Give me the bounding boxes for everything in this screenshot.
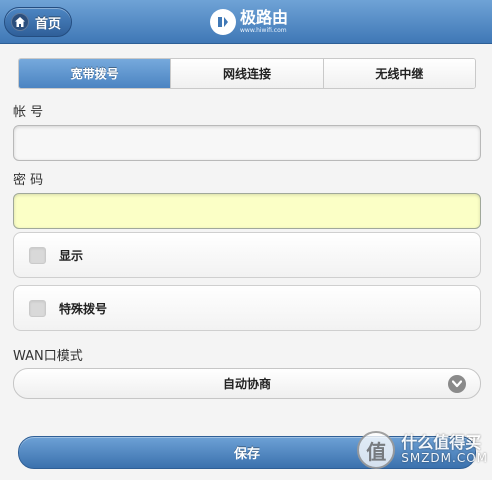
logo-text: 极路由 www.hiwifi.com (240, 10, 288, 34)
home-icon (11, 13, 29, 31)
smzdm-watermark: 值 什么值得买 SMZDM.COM (357, 424, 488, 476)
tab-wireless-relay[interactable]: 无线中继 (322, 59, 475, 88)
watermark-text-en: SMZDM.COM (401, 451, 488, 466)
save-button-label: 保存 (233, 447, 260, 462)
special-dial-label: 特殊拨号 (59, 301, 108, 316)
account-label: 帐 号 (13, 105, 44, 120)
logo-name: 极路由 (240, 8, 289, 27)
watermark-badge: 值 (357, 431, 396, 469)
tab-cable-connection[interactable]: 网线连接 (170, 59, 323, 88)
tab-broadband-dial[interactable]: 宽带拨号 (19, 59, 171, 88)
home-button-label: 首页 (35, 16, 62, 32)
watermark-text: 什么值得买 SMZDM.COM (401, 432, 488, 466)
password-label: 密 码 (13, 173, 44, 188)
wan-mode-select[interactable]: 自动协商 (13, 368, 481, 399)
account-input[interactable] (13, 125, 481, 161)
brand-logo: 极路由 www.hiwifi.com (210, 6, 288, 38)
watermark-text-cn: 什么值得买 (401, 432, 482, 452)
special-dial-row[interactable]: 特殊拨号 (13, 285, 481, 331)
show-password-label: 显示 (59, 248, 84, 263)
home-button[interactable]: 首页 (4, 7, 72, 37)
top-header-bar: 首页 极路由 www.hiwifi.com (0, 0, 492, 44)
wan-mode-value: 自动协商 (222, 377, 271, 391)
chevron-down-icon (448, 375, 466, 393)
logo-mark-icon (210, 9, 236, 35)
show-password-checkbox[interactable] (29, 246, 46, 264)
wan-mode-label: WAN口模式 (13, 349, 83, 364)
special-dial-checkbox[interactable] (29, 299, 46, 317)
connection-type-tabs: 宽带拨号 网线连接 无线中继 (18, 58, 476, 89)
logo-url: www.hiwifi.com (240, 27, 287, 34)
show-password-row[interactable]: 显示 (13, 232, 481, 278)
password-input[interactable] (13, 193, 481, 229)
